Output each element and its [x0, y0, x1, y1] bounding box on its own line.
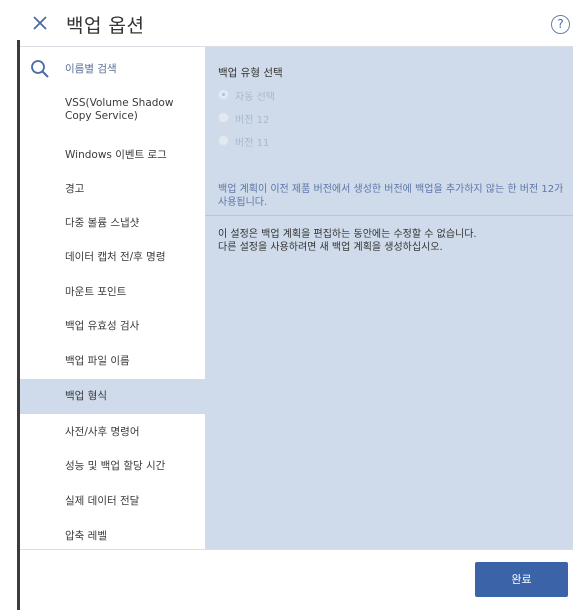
sidebar-item-pre-post-commands[interactable]: 사전/사후 명령어 [20, 415, 205, 449]
sidebar-item-windows-event-log[interactable]: Windows 이벤트 로그 [20, 138, 205, 172]
help-icon[interactable]: ? [551, 15, 570, 34]
sidebar-item-label: 백업 파일 이름 [65, 355, 130, 367]
backup-options-dialog: 백업 옵션 ? 이름별 검색 VSS(Volume Shadow Copy Se… [20, 0, 573, 611]
search-field[interactable]: 이름별 검색 [20, 47, 205, 91]
radio-button[interactable] [218, 112, 229, 123]
radio-button[interactable] [218, 135, 229, 146]
sidebar-item-label: 경고 [65, 183, 85, 195]
notice-line: 다른 설정을 사용하려면 새 백업 계획을 생성하십시오. [218, 242, 443, 253]
sidebar-item-multi-volume-snapshot[interactable]: 다중 볼륨 스냅샷 [20, 206, 205, 240]
done-button[interactable]: 완료 [475, 562, 568, 597]
options-sidebar: 이름별 검색 VSS(Volume Shadow Copy Service) W… [20, 47, 205, 549]
sidebar-item-vss[interactable]: VSS(Volume Shadow Copy Service) [20, 93, 205, 133]
search-icon [31, 60, 49, 78]
sidebar-item-label: 사전/사후 명령어 [65, 426, 140, 438]
sidebar-item-physical-data-shipping[interactable]: 실제 데이터 전달 [20, 484, 205, 518]
dialog-footer: 완료 [20, 549, 573, 611]
sidebar-item-backup-file-name[interactable]: 백업 파일 이름 [20, 344, 205, 378]
sidebar-item-label: VSS(Volume Shadow Copy Service) [65, 97, 174, 122]
sidebar-item-backup-validation[interactable]: 백업 유효성 검사 [20, 309, 205, 343]
sidebar-item-compression-level[interactable]: 압축 레벨 [20, 519, 205, 553]
sidebar-item-label: 압축 레벨 [65, 530, 107, 542]
version-info-text: 백업 계획이 이전 제품 버전에서 생성한 버전에 백업을 추가하지 않는 한 … [218, 184, 564, 208]
sidebar-item-label: 데이터 캡처 전/후 명령 [65, 251, 166, 263]
section-title: 백업 유형 선택 [218, 67, 283, 79]
sidebar-item-alerts[interactable]: 경고 [20, 172, 205, 206]
sidebar-item-label: 백업 유효성 검사 [65, 320, 140, 332]
divider [205, 215, 573, 216]
backup-format-panel: 백업 유형 선택 자동 선택 버전 12 버전 11 백업 계획이 이전 제품 … [205, 47, 573, 549]
search-placeholder: 이름별 검색 [65, 63, 117, 75]
dialog-header: 백업 옵션 ? [20, 0, 573, 47]
sidebar-item-label: 마운트 포인트 [65, 286, 127, 298]
sidebar-item-label: 백업 형식 [65, 390, 107, 402]
radio-button-checked[interactable] [218, 89, 229, 100]
close-icon[interactable] [32, 15, 48, 31]
sidebar-item-label: 다중 볼륨 스냅샷 [65, 217, 140, 229]
sidebar-item-performance-window[interactable]: 성능 및 백업 할당 시간 [20, 449, 205, 483]
dialog-title: 백업 옵션 [66, 15, 145, 37]
sidebar-item-mount-points[interactable]: 마운트 포인트 [20, 275, 205, 309]
notice-text: 이 설정은 백업 계획을 편집하는 동안에는 수정할 수 없습니다. 다른 설정… [218, 228, 568, 254]
sidebar-item-label: Windows 이벤트 로그 [65, 149, 167, 161]
option-label: 자동 선택 [235, 92, 275, 103]
window-edge [0, 0, 20, 610]
option-label: 버전 11 [235, 138, 270, 149]
option-label: 버전 12 [235, 115, 270, 126]
sidebar-item-backup-format[interactable]: 백업 형식 [20, 379, 205, 414]
sidebar-item-label: 성능 및 백업 할당 시간 [65, 460, 166, 472]
sidebar-item-data-capture-commands[interactable]: 데이터 캡처 전/후 명령 [20, 240, 205, 274]
notice-line: 이 설정은 백업 계획을 편집하는 동안에는 수정할 수 없습니다. [218, 229, 477, 240]
sidebar-item-label: 실제 데이터 전달 [65, 495, 140, 507]
